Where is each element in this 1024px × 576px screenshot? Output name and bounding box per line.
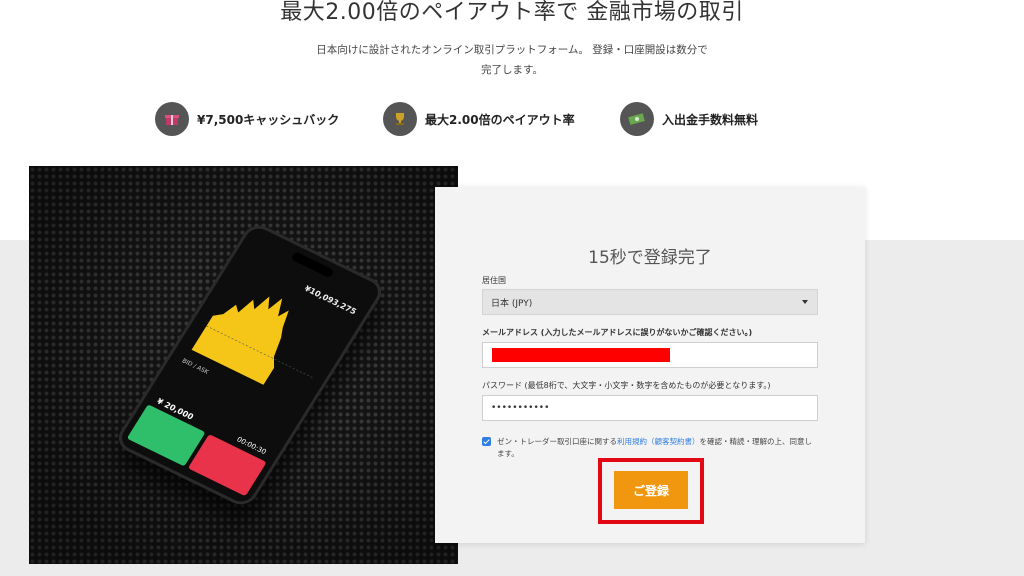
- page-subtext: 日本向けに設計されたオンライン取引プラットフォーム。 登録・口座開設は数分で 完…: [0, 40, 1024, 80]
- chevron-down-icon: [802, 300, 808, 304]
- feature-label: ¥7,500キャッシュバック: [197, 112, 340, 127]
- form-title: 15秒で登録完了: [588, 248, 712, 268]
- feature-label: 入出金手数料無料: [662, 112, 759, 127]
- terms-prefix: ゼン・トレーダー取引口座に関する: [497, 437, 617, 446]
- register-button[interactable]: ご登録: [614, 471, 688, 509]
- country-select[interactable]: 日本 (JPY): [482, 289, 818, 315]
- redacted-email: [492, 348, 670, 362]
- trophy-icon: [383, 102, 417, 136]
- terms-checkbox[interactable]: [482, 437, 491, 446]
- email-label: メールアドレス (入力したメールアドレスに誤りがないかご確認ください。): [482, 328, 753, 337]
- feature-payout: 最大2.00倍のペイアウト率: [383, 102, 575, 136]
- subtext-line-1: 日本向けに設計されたオンライン取引プラットフォーム。 登録・口座開設は数分で: [316, 44, 708, 56]
- feature-label: 最大2.00倍のペイアウト率: [425, 112, 575, 127]
- terms-text: ゼン・トレーダー取引口座に関する利用規約（顧客契約書）を確認・精読・理解の上、同…: [497, 436, 817, 460]
- gift-icon: [155, 102, 189, 136]
- feature-cashback: ¥7,500キャッシュバック: [155, 102, 339, 136]
- password-field[interactable]: •••••••••••: [482, 395, 818, 421]
- feature-no-fee: 入出金手数料無料: [620, 102, 758, 136]
- registration-card: 15秒で登録完了 居住国 日本 (JPY) メールアドレス (入力したメールアド…: [435, 187, 865, 543]
- terms-link[interactable]: 利用規約（顧客契約書）: [617, 437, 700, 446]
- email-field[interactable]: [482, 342, 818, 368]
- cash-icon: [620, 102, 654, 136]
- country-value: 日本 (JPY): [491, 298, 533, 309]
- subtext-line-2: 完了します。: [481, 64, 543, 76]
- password-value: •••••••••••: [491, 403, 550, 413]
- app-phone-photo: ¥10,093,275 BID / ASK ¥ 20,000 00:00:30: [29, 166, 458, 564]
- password-label: パスワード (最低8桁で、大文字・小文字・数字を含めたものが必要となります。): [482, 381, 771, 390]
- page-headline: 最大2.00倍のペイアウト率で 金融市場の取引: [280, 0, 744, 25]
- country-label: 居住国: [482, 276, 506, 285]
- phone-label: BID / ASK: [180, 357, 210, 376]
